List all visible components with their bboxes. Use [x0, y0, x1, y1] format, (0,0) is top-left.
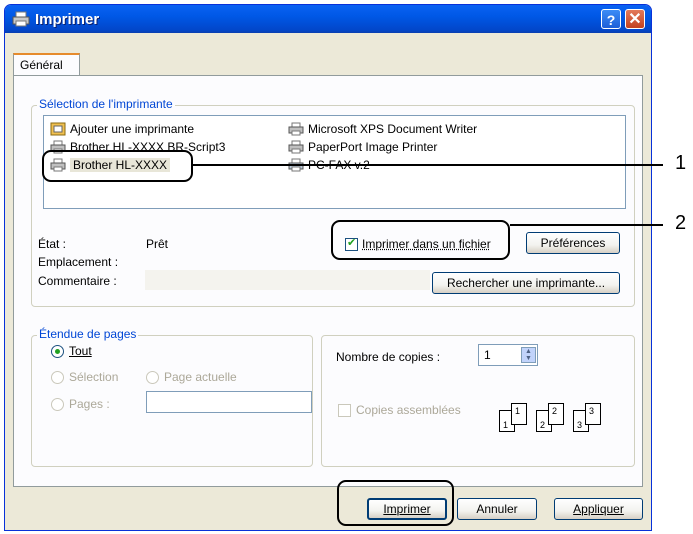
collate-label[interactable]: Copies assemblées	[356, 403, 461, 417]
range-selection-label[interactable]: Sélection	[69, 370, 118, 384]
status-label: État :	[38, 237, 67, 251]
callout-2-number: 2	[675, 212, 687, 234]
title-bar[interactable]: Imprimer ? ✕	[5, 5, 651, 33]
preferences-button[interactable]: Préférences	[526, 232, 620, 254]
printer-selection-legend: Sélection de l'imprimante	[37, 97, 175, 111]
printer-name: PaperPort Image Printer	[308, 140, 438, 154]
printer-icon	[288, 140, 304, 154]
tab-general[interactable]: Général	[13, 53, 80, 76]
printer-item-paperport[interactable]: PaperPort Image Printer	[286, 138, 437, 156]
page-range-legend: Étendue de pages	[37, 327, 139, 341]
copies-value: 1	[484, 348, 491, 362]
collate-checkbox[interactable]	[338, 404, 351, 417]
range-pages-radio[interactable]	[51, 398, 64, 411]
comment-field	[145, 270, 430, 290]
printer-name: Microsoft XPS Document Writer	[308, 122, 478, 136]
spin-arrows-icon[interactable]: ▲ ▼	[521, 347, 536, 363]
callout-1-number: 1	[675, 152, 687, 174]
window-title: Imprimer	[35, 11, 100, 28]
add-printer-icon	[50, 122, 66, 136]
range-all-label[interactable]: Tout	[69, 344, 92, 358]
printer-item-xps[interactable]: Microsoft XPS Document Writer	[286, 120, 477, 138]
printer-icon	[288, 122, 304, 136]
status-value: Prêt	[146, 237, 169, 251]
callout-2-outline	[331, 220, 510, 260]
apply-button[interactable]: Appliquer	[554, 498, 643, 520]
pages-input[interactable]	[146, 391, 312, 413]
copies-stepper[interactable]: 1 ▲ ▼	[478, 344, 538, 366]
cancel-button[interactable]: Annuler	[457, 498, 537, 520]
collate-page-icon: 3	[585, 403, 601, 425]
range-all-radio[interactable]	[51, 345, 64, 358]
help-button[interactable]: ?	[601, 9, 621, 29]
location-label: Emplacement :	[38, 255, 119, 269]
find-printer-button[interactable]: Rechercher une imprimante...	[432, 272, 620, 294]
range-current-page-radio[interactable]	[146, 371, 159, 384]
collate-page-icon: 1	[511, 403, 527, 425]
range-current-page-label[interactable]: Page actuelle	[164, 370, 237, 384]
close-button[interactable]: ✕	[625, 9, 645, 29]
print-dialog: Imprimer ? ✕ Général Sélection de l'impr…	[4, 4, 652, 531]
copies-label: Nombre de copies :	[336, 350, 441, 364]
callout-print-outline	[337, 480, 454, 526]
callout-1-outline	[42, 150, 193, 182]
callout-1-line	[193, 164, 663, 166]
callout-2-line	[510, 224, 663, 226]
printer-item-add[interactable]: Ajouter une imprimante	[48, 120, 194, 138]
range-pages-label[interactable]: Pages :	[69, 397, 110, 411]
collate-page-icon: 2	[548, 403, 564, 425]
printer-name: Ajouter une imprimante	[70, 122, 195, 136]
range-selection-radio[interactable]	[51, 371, 64, 384]
comment-label: Commentaire :	[38, 274, 117, 288]
printer-icon	[12, 11, 30, 27]
